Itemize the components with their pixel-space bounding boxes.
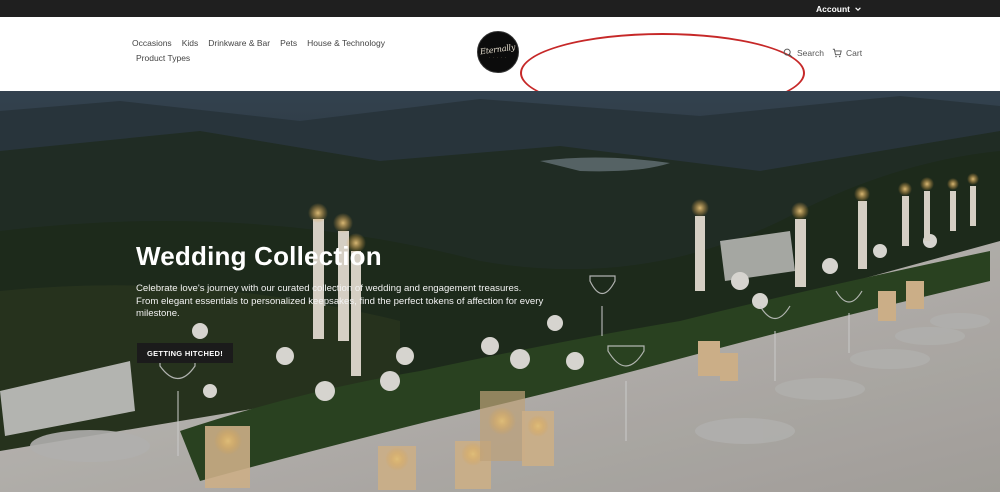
account-menu[interactable]: Account xyxy=(816,0,862,17)
cart-label: Cart xyxy=(846,48,863,58)
site-logo[interactable]: Eternally · · · · · xyxy=(477,31,519,73)
nav-item-kids[interactable]: Kids xyxy=(182,38,199,48)
search-button[interactable]: Search xyxy=(783,48,824,58)
hero-title: Wedding Collection xyxy=(136,241,382,271)
search-label: Search xyxy=(797,48,824,58)
logo-subline: · · · · · xyxy=(489,55,507,60)
nav-item-pets[interactable]: Pets xyxy=(280,38,297,48)
logo-wordmark: Eternally xyxy=(479,42,517,56)
cart-icon xyxy=(832,48,842,58)
hero-banner: Wedding Collection Celebrate love's jour… xyxy=(0,91,1000,492)
nav-item-drinkware[interactable]: Drinkware & Bar xyxy=(208,38,270,48)
search-icon xyxy=(783,48,793,58)
hero-description: Celebrate love's journey with our curate… xyxy=(136,283,544,319)
main-nav: Occasions Kids Drinkware & Bar Pets Hous… xyxy=(132,38,412,63)
nav-item-product-types[interactable]: Product Types xyxy=(136,53,190,63)
nav-item-house-technology[interactable]: House & Technology xyxy=(307,38,385,48)
account-label: Account xyxy=(816,3,850,14)
getting-hitched-button[interactable]: GETTING HITCHED! xyxy=(137,343,234,363)
nav-item-occasions[interactable]: Occasions xyxy=(132,38,172,48)
site-header: Occasions Kids Drinkware & Bar Pets Hous… xyxy=(0,17,1000,113)
top-bar: Account xyxy=(0,0,1000,17)
chevron-down-icon xyxy=(855,6,861,11)
cart-button[interactable]: Cart xyxy=(832,48,862,58)
